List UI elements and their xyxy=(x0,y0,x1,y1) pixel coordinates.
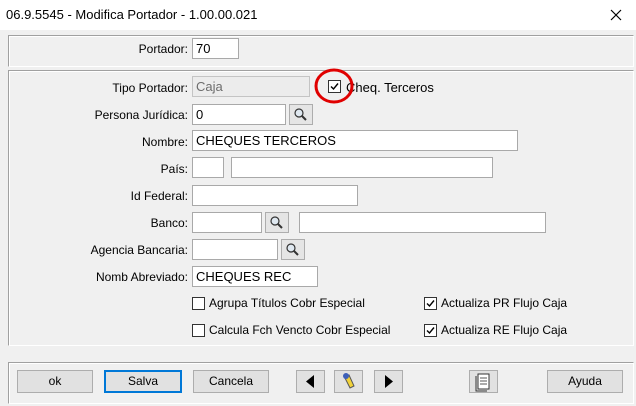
portador-input[interactable]: 70 xyxy=(192,38,239,59)
close-button[interactable] xyxy=(598,0,634,30)
actualiza-re-checkbox[interactable] xyxy=(424,324,437,337)
agrupa-titulos-label: Agrupa Títulos Cobr Especial xyxy=(209,296,365,310)
nombre-input[interactable]: CHEQUES TERCEROS xyxy=(192,130,518,151)
search-flashlight-button[interactable] xyxy=(334,370,363,393)
save-button[interactable]: Salva xyxy=(104,370,182,393)
next-button[interactable] xyxy=(374,370,403,393)
agencia-label: Agencia Bancaria: xyxy=(90,243,188,257)
cancel-button[interactable]: Cancela xyxy=(193,370,269,393)
nomb-abreviado-label: Nomb Abreviado: xyxy=(95,270,188,284)
nomb-abreviado-input[interactable]: CHEQUES REC xyxy=(192,266,318,287)
agrupa-titulos-checkbox[interactable] xyxy=(192,297,205,310)
checkmark-icon xyxy=(426,300,435,308)
previous-button[interactable] xyxy=(296,370,325,393)
close-icon xyxy=(610,9,622,21)
title-bar: 06.9.5545 - Modifica Portador - 1.00.00.… xyxy=(0,0,636,30)
document-button[interactable] xyxy=(469,370,498,393)
pais-label: País: xyxy=(160,162,188,176)
id-federal-label: Id Federal: xyxy=(130,189,188,203)
banco-search-button[interactable] xyxy=(265,212,289,233)
window-title: 06.9.5545 - Modifica Portador - 1.00.00.… xyxy=(6,7,258,22)
help-button[interactable]: Ayuda xyxy=(547,370,623,393)
ok-button[interactable]: ok xyxy=(17,370,93,393)
document-icon xyxy=(475,373,490,392)
banco-label: Banco: xyxy=(150,216,188,230)
cheq-terceros-label: Cheq. Terceros xyxy=(346,80,434,95)
banco-name-input[interactable] xyxy=(299,212,546,233)
nombre-label: Nombre: xyxy=(141,135,188,149)
pais-name-input[interactable] xyxy=(231,157,493,178)
arrow-right-icon xyxy=(385,375,393,388)
arrow-left-icon xyxy=(306,375,314,388)
search-icon xyxy=(294,108,307,121)
agencia-input[interactable] xyxy=(192,239,278,260)
tipo-portador-label: Tipo Portador: xyxy=(112,81,188,95)
id-federal-input[interactable] xyxy=(192,185,358,206)
agencia-search-button[interactable] xyxy=(281,239,305,260)
dialog-body: Portador: 70 Tipo Portador: Caja Cheq. T… xyxy=(0,30,636,406)
checkmark-icon xyxy=(426,327,435,335)
highlight-circle xyxy=(314,68,354,104)
search-icon xyxy=(270,216,283,229)
persona-juridica-search-button[interactable] xyxy=(289,104,313,125)
calcula-fch-checkbox[interactable] xyxy=(192,324,205,337)
banco-code-input[interactable] xyxy=(192,212,262,233)
search-icon xyxy=(286,243,299,256)
actualiza-pr-checkbox[interactable] xyxy=(424,297,437,310)
actualiza-pr-label: Actualiza PR Flujo Caja xyxy=(441,296,568,310)
actualiza-re-label: Actualiza RE Flujo Caja xyxy=(441,323,568,337)
calcula-fch-label: Calcula Fch Vencto Cobr Especial xyxy=(209,323,391,337)
pais-code-input[interactable] xyxy=(192,157,224,178)
flashlight-icon xyxy=(343,373,355,389)
persona-juridica-label: Persona Jurídica: xyxy=(94,108,188,122)
tipo-portador-field: Caja xyxy=(192,76,310,97)
persona-juridica-input[interactable]: 0 xyxy=(192,104,286,125)
portador-label: Portador: xyxy=(138,42,188,56)
